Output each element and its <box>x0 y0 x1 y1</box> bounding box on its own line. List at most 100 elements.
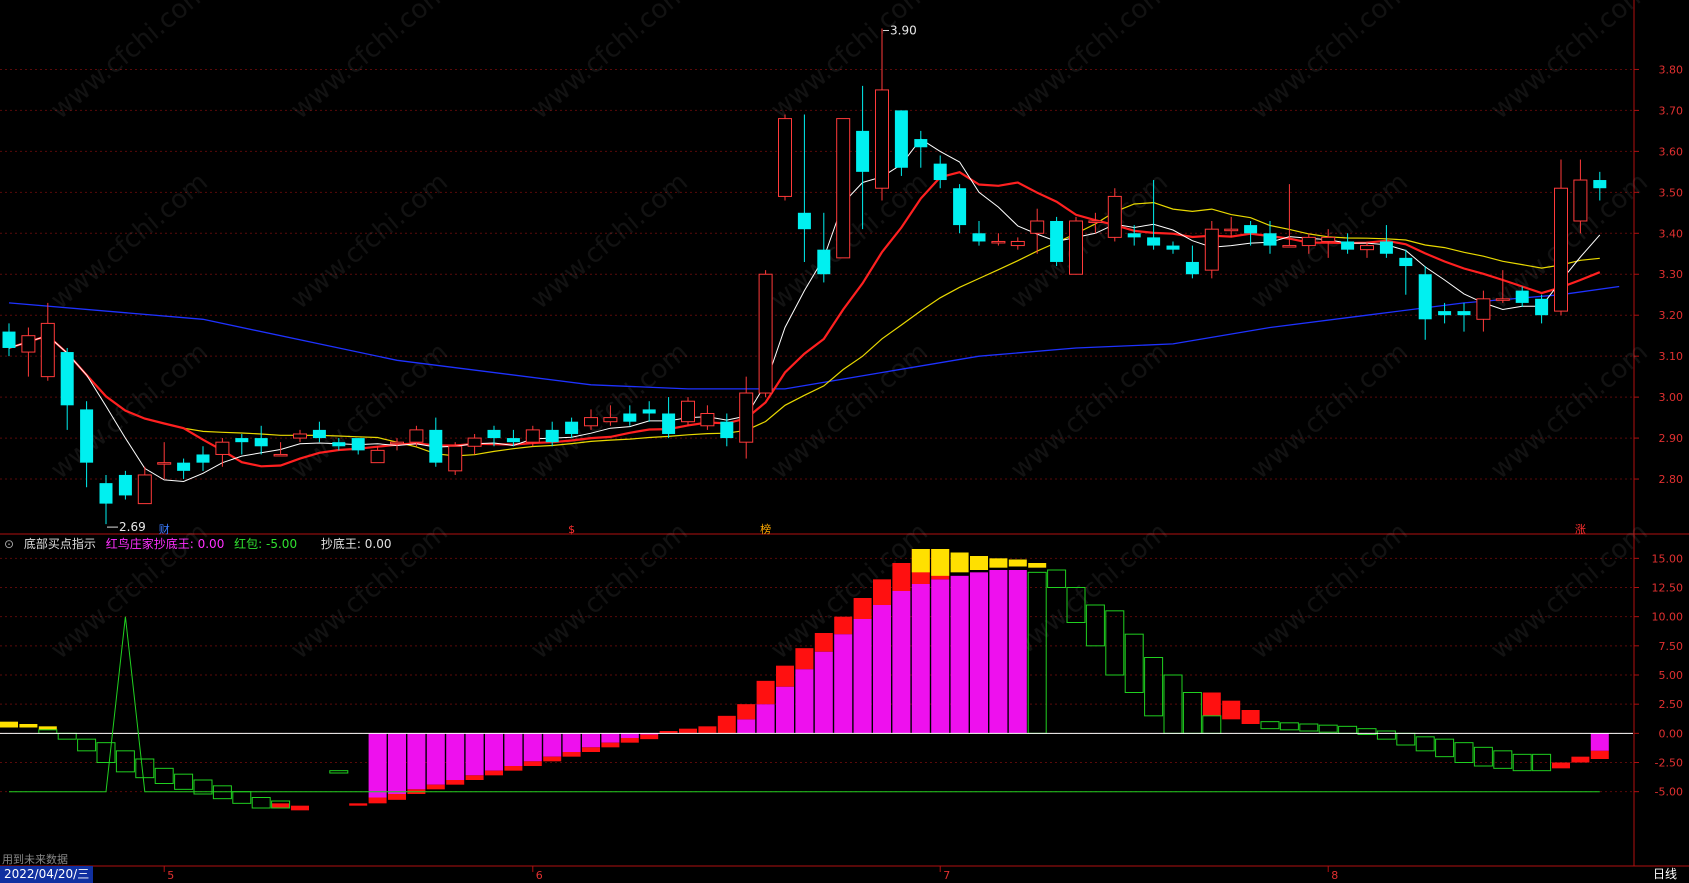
indicator-red-bar <box>756 680 775 705</box>
indicator-collapse-icon[interactable]: ⊙ <box>4 537 14 551</box>
indicator-magenta-bar <box>1008 570 1027 734</box>
indicator-red-bar <box>640 734 659 740</box>
candle-body <box>390 441 404 445</box>
event-marker: 财 <box>159 522 170 536</box>
candle-body <box>565 421 579 434</box>
candle-body <box>332 442 346 447</box>
candle-body <box>1379 241 1393 254</box>
indicator-green-box <box>1493 750 1513 769</box>
indicator-magenta-bar <box>814 651 833 734</box>
event-marker: 榜 <box>760 522 771 536</box>
main-y-tick-label: 3.40 <box>1659 227 1684 240</box>
indicator-green-box <box>1435 738 1455 758</box>
month-label: 8 <box>1331 869 1338 882</box>
indicator-red-bar <box>485 770 503 776</box>
indicator-legend: ⊙ 底部买点指示 红鸟庄家抄底王: 0.00 红包: -5.00 抄底王: 0.… <box>4 535 398 552</box>
candle-body <box>448 445 463 472</box>
watermark-text: www.cfchi.com <box>45 0 214 125</box>
main-y-tick-label: 3.70 <box>1659 104 1684 117</box>
watermark-text: www.cfchi.com <box>1005 0 1174 125</box>
indicator-magenta-bar <box>407 733 426 790</box>
indicator-red-bar <box>562 752 581 757</box>
candle-body <box>836 118 851 259</box>
candle-body <box>1360 245 1374 251</box>
indicator-red-bar <box>504 766 523 771</box>
indicator-green-box <box>1182 692 1202 734</box>
indicator-yellow-bar <box>970 556 988 570</box>
indicator-yellow-bar <box>1028 563 1047 568</box>
indicator-green-box <box>174 773 194 790</box>
candle-body <box>1515 290 1529 303</box>
indicator-red-bar <box>679 728 697 734</box>
candle-body <box>1069 220 1083 275</box>
indicator-red-bar <box>737 704 756 720</box>
indicator-magenta-bar <box>1590 733 1609 751</box>
candle-body <box>312 429 326 439</box>
legend-series-0-label: 红鸟庄家抄底王: <box>105 537 194 551</box>
candle-body <box>1301 236 1316 247</box>
candle-body <box>40 322 55 378</box>
candle-body <box>99 483 113 504</box>
indicator-green-box <box>1454 742 1474 764</box>
indicator-title: 底部买点指示 <box>23 537 96 551</box>
candle-body <box>1495 298 1510 301</box>
watermark-text: www.cfchi.com <box>1005 517 1174 665</box>
indicator-green-box <box>251 797 271 809</box>
candle-body <box>545 429 559 443</box>
indicator-yellow-bar <box>0 721 18 728</box>
indicator-magenta-bar <box>737 719 756 734</box>
watermark-text: www.cfchi.com <box>285 0 454 125</box>
candle-body <box>1438 311 1452 316</box>
candle-body <box>1204 228 1219 271</box>
indicator-yellow-bar <box>989 558 1008 568</box>
candle-body <box>662 413 676 434</box>
candle-body <box>235 438 249 443</box>
indicator-red-bar <box>814 633 833 652</box>
indicator-green-box <box>1144 657 1164 717</box>
indicator-green-box <box>1047 569 1067 588</box>
main-y-tick-label: 3.80 <box>1659 63 1684 76</box>
candle-body <box>1418 274 1432 320</box>
main-y-tick-label: 3.60 <box>1659 145 1684 158</box>
candle-body <box>778 118 792 197</box>
indicator-red-bar <box>1241 710 1260 724</box>
indicator-red-bar <box>543 756 562 762</box>
indicator-magenta-bar <box>756 704 775 734</box>
indicator-green-box <box>1202 715 1222 734</box>
indicator-magenta-bar <box>795 669 814 734</box>
indicator-red-bar <box>873 579 891 605</box>
watermark-text: www.cfchi.com <box>45 167 214 315</box>
watermark-text: www.cfchi.com <box>525 167 694 315</box>
future-data-note: 用到未来数据 <box>2 853 68 866</box>
indicator-y-tick-label: -2.50 <box>1655 757 1683 770</box>
indicator-magenta-bar <box>970 572 988 734</box>
month-label: 7 <box>943 869 950 882</box>
legend-series-1-value: -5.00 <box>266 537 298 551</box>
indicator-green-box <box>1105 610 1125 676</box>
candle-body <box>370 449 385 464</box>
candle-body <box>467 437 482 447</box>
indicator-red-bar <box>795 648 814 670</box>
indicator-green-box <box>1338 725 1358 734</box>
period-label[interactable]: 日线 <box>1643 866 1687 883</box>
candle-body <box>351 438 365 451</box>
indicator-magenta-bar <box>834 634 853 734</box>
watermark-text: www.cfchi.com <box>1245 0 1414 125</box>
candle-body <box>177 462 191 471</box>
indicator-magenta-bar <box>543 733 562 757</box>
candle-body <box>1457 311 1471 316</box>
indicator-red-bar <box>1222 700 1241 720</box>
indicator-red-bar <box>368 797 387 804</box>
indicator-magenta-bar <box>892 591 911 734</box>
indicator-red-bar <box>834 616 853 635</box>
indicator-green-box <box>38 729 58 734</box>
indicator-magenta-bar <box>601 733 620 743</box>
candle-body <box>972 233 986 242</box>
candle-body <box>137 474 152 505</box>
cursor-date-label: 2022/04/20/三 <box>0 866 94 883</box>
watermark-text: www.cfchi.com <box>1485 0 1654 125</box>
legend-series-2-label: 抄底王: <box>320 537 361 551</box>
candle-body <box>487 429 501 439</box>
main-y-tick-label: 3.20 <box>1659 309 1684 322</box>
indicator-red-bar <box>388 794 406 800</box>
